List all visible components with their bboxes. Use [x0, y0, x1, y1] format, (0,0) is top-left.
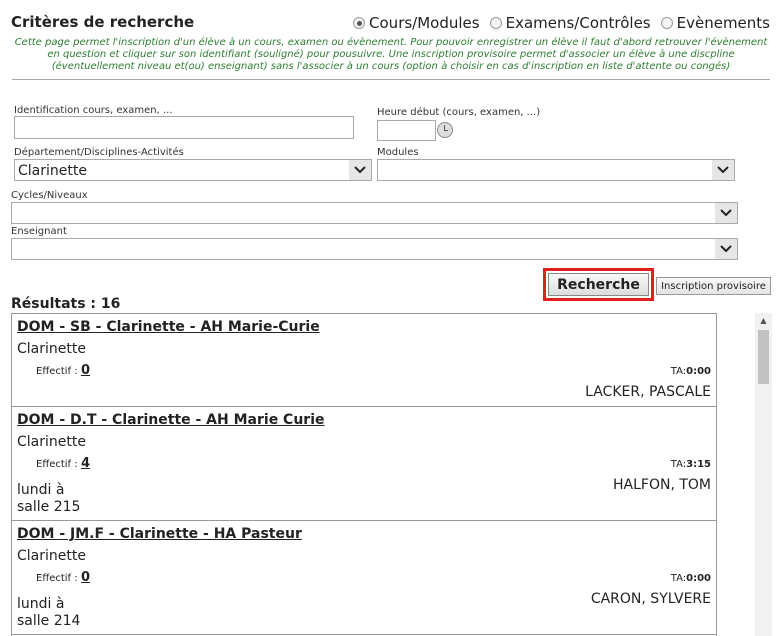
- result-day: lundi à: [17, 596, 65, 612]
- result-title-link[interactable]: DOM - D.T - Clarinette - AH Marie Curie: [17, 412, 325, 428]
- radio-evenements[interactable]: Evènements: [660, 14, 770, 32]
- radio-label: Evènements: [676, 14, 770, 32]
- departement-select[interactable]: Clarinette: [14, 159, 372, 181]
- result-discipline: Clarinette: [17, 434, 86, 450]
- help-description: Cette page permet l'inscription d'un élè…: [14, 37, 768, 72]
- enseignant-label: Enseignant: [11, 226, 67, 237]
- list-item: DOM - D.T - Clarinette - AH Marie Curie …: [12, 407, 716, 521]
- list-item: DOM - JM.F - Clarinette - HA Pasteur Cla…: [12, 521, 716, 635]
- search-type-radio-group: Cours/Modules Examens/Contrôles Evènemen…: [353, 14, 770, 32]
- list-item: DOM - SB - Clarinette - AH Marie-Curie C…: [12, 314, 716, 407]
- result-discipline: Clarinette: [17, 548, 86, 564]
- radio-label: Examens/Contrôles: [505, 14, 651, 32]
- result-teacher: HALFON, TOM: [613, 477, 711, 493]
- result-room: salle 215: [17, 499, 81, 515]
- identification-label: Identification cours, examen, ...: [14, 105, 173, 116]
- departement-label: Département/Disciplines-Activités: [14, 147, 184, 158]
- recherche-button[interactable]: Recherche: [548, 273, 649, 296]
- effectif-link[interactable]: 0: [81, 570, 90, 585]
- identification-input[interactable]: [14, 116, 354, 139]
- result-day: lundi à: [17, 482, 65, 498]
- ta-value: TA:0:00: [671, 573, 711, 584]
- chevron-down-icon[interactable]: [712, 160, 734, 180]
- cycles-label: Cycles/Niveaux: [11, 190, 88, 201]
- result-teacher: LACKER, PASCALE: [585, 384, 711, 400]
- radio-examens-controles[interactable]: Examens/Contrôles: [489, 14, 651, 32]
- modules-select[interactable]: [377, 159, 735, 181]
- effectif-label: Effectif :: [36, 459, 78, 470]
- result-teacher: CARON, SYLVERE: [590, 591, 711, 607]
- radio-label: Cours/Modules: [369, 14, 480, 32]
- chevron-down-icon[interactable]: [715, 203, 737, 223]
- heure-debut-label: Heure début (cours, examen, ...): [377, 107, 541, 118]
- inscription-provisoire-button[interactable]: Inscription provisoire: [656, 277, 771, 295]
- ta-number: 3:15: [686, 459, 711, 470]
- chevron-down-icon[interactable]: [715, 239, 737, 259]
- clock-icon[interactable]: [437, 122, 453, 138]
- ta-label: TA:: [670, 366, 687, 377]
- results-list: DOM - SB - Clarinette - AH Marie-Curie C…: [11, 313, 717, 636]
- radio-cours-modules[interactable]: Cours/Modules: [353, 14, 480, 32]
- ta-label: TA:: [670, 459, 687, 470]
- scroll-up-arrow-icon[interactable]: ▲: [755, 313, 772, 328]
- ta-number: 0:00: [686, 573, 711, 584]
- result-title-link[interactable]: DOM - SB - Clarinette - AH Marie-Curie: [17, 319, 320, 335]
- divider: [12, 79, 770, 80]
- ta-number: 0:00: [686, 366, 711, 377]
- effectif-label: Effectif :: [36, 573, 78, 584]
- modules-label: Modules: [377, 147, 419, 158]
- radio-button-icon[interactable]: [353, 17, 366, 29]
- departement-selected-value: Clarinette: [18, 163, 87, 179]
- cycles-select[interactable]: [11, 202, 738, 224]
- chevron-down-icon[interactable]: [349, 160, 371, 180]
- ta-value: TA:0:00: [671, 366, 711, 377]
- recherche-highlight: Recherche: [543, 268, 654, 301]
- result-room: salle 214: [17, 613, 81, 629]
- results-count: Résultats : 16: [11, 296, 121, 312]
- scrollbar-thumb[interactable]: [758, 330, 769, 384]
- result-title-link[interactable]: DOM - JM.F - Clarinette - HA Pasteur: [17, 526, 302, 542]
- heure-debut-input[interactable]: [377, 120, 436, 141]
- ta-value: TA:3:15: [671, 459, 711, 470]
- effectif-link[interactable]: 0: [81, 363, 90, 378]
- page-title: Critères de recherche: [11, 13, 195, 31]
- results-scrollbar[interactable]: ▲: [755, 313, 772, 636]
- result-discipline: Clarinette: [17, 341, 86, 357]
- ta-label: TA:: [670, 573, 687, 584]
- radio-button-icon[interactable]: [660, 17, 673, 29]
- radio-button-icon[interactable]: [489, 17, 502, 29]
- enseignant-select[interactable]: [11, 238, 738, 260]
- effectif-label: Effectif :: [36, 366, 78, 377]
- effectif-link[interactable]: 4: [81, 456, 90, 471]
